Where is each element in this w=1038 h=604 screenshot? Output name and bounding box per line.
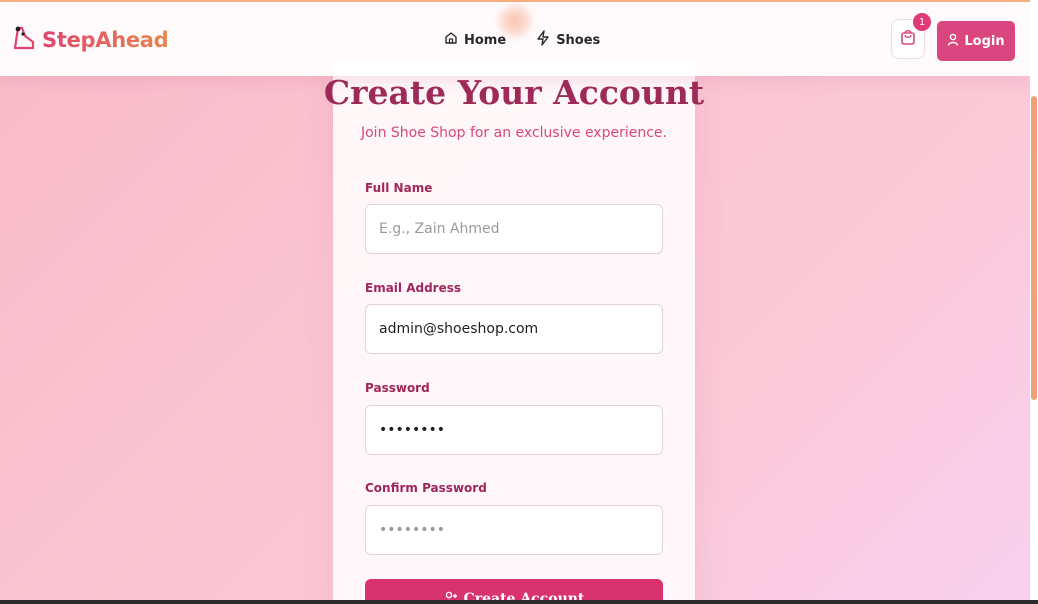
nav-home-label: Home: [464, 32, 507, 48]
confirm-password-label: Confirm Password: [365, 481, 487, 495]
lightning-icon: [536, 30, 550, 50]
full-name-label: Full Name: [365, 181, 433, 195]
scrollbar-thumb[interactable]: [1031, 96, 1037, 400]
cart-count-badge: 1: [913, 13, 931, 31]
brand-name: StepAhead: [42, 28, 169, 52]
nav-shoes-label: Shoes: [556, 32, 601, 48]
password-input[interactable]: [365, 405, 663, 455]
navbar: StepAhead Home Shoes 1 Login: [0, 2, 1030, 76]
login-label: Login: [964, 33, 1005, 49]
password-label: Password: [365, 381, 430, 395]
shoe-logo-icon: [12, 24, 36, 56]
user-icon: [947, 33, 959, 50]
email-input[interactable]: [365, 304, 663, 354]
brand[interactable]: StepAhead: [12, 24, 169, 56]
nav-links: Home Shoes: [444, 30, 600, 50]
page-subtitle: Join Shoe Shop for an exclusive experien…: [360, 125, 667, 141]
login-button[interactable]: Login: [937, 21, 1015, 61]
bottom-bar: [0, 600, 1038, 604]
email-label: Email Address: [365, 281, 462, 295]
page-title: Create Your Account: [323, 73, 705, 112]
shopping-bag-icon: [900, 28, 916, 50]
nav-home[interactable]: Home: [444, 30, 506, 50]
home-icon: [444, 31, 458, 49]
confirm-password-input[interactable]: [365, 505, 663, 555]
nav-shoes[interactable]: Shoes: [536, 30, 600, 50]
full-name-input[interactable]: [365, 204, 663, 254]
